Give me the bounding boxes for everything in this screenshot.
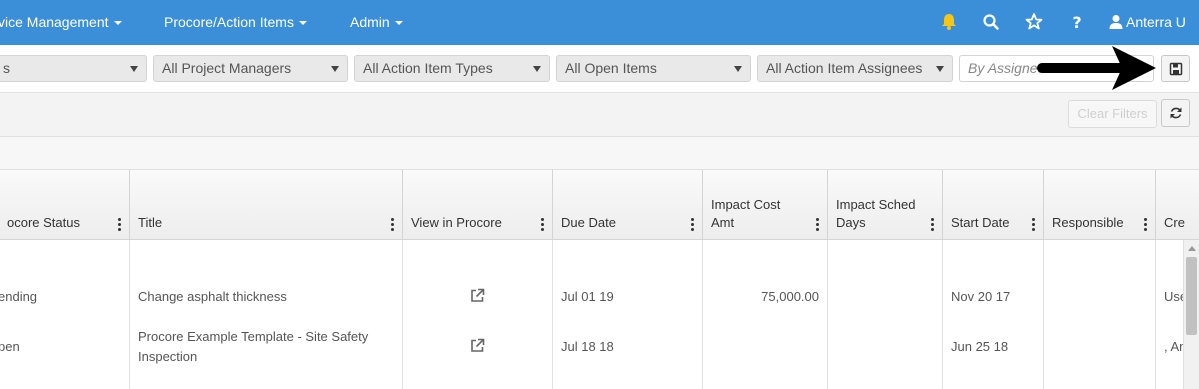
filter-value: By Assignee (968, 60, 1046, 76)
filter-bar: s All Project Managers All Action Item T… (0, 45, 1199, 93)
caret-down-icon (394, 21, 403, 26)
external-link-icon[interactable] (470, 338, 485, 359)
grid-header: ocore Status Title View in Procore Due D… (0, 170, 1199, 240)
nav-admin[interactable]: Admin (350, 0, 403, 45)
column-header-due-date[interactable]: Due Date (553, 170, 703, 240)
column-label: Title (138, 215, 163, 230)
column-label: ocore Status (7, 215, 80, 230)
column-label: Responsible (1052, 215, 1124, 230)
top-navbar: vice Management Procore/Action Items Adm… (0, 0, 1199, 45)
nav-label: Admin (350, 14, 390, 30)
table-row[interactable]: pen Procore Example Template - Site Safe… (0, 322, 1186, 389)
column-menu-icon[interactable] (391, 218, 394, 231)
column-label: Cre (1164, 215, 1185, 230)
scroll-up-arrow-icon[interactable] (1188, 246, 1196, 251)
column-header-view-in-procore[interactable]: View in Procore (403, 170, 553, 240)
caret-down-icon (298, 21, 307, 26)
grid-body: ending Change asphalt thickness Jul 01 1… (0, 240, 1187, 389)
action-item-types-filter[interactable]: All Action Item Types (354, 55, 550, 82)
procore-status-cell: pen (0, 339, 20, 354)
column-header-start-date[interactable]: Start Date (943, 170, 1044, 240)
column-label: Impact Cost Amt (711, 197, 781, 230)
filter-value: All Action Item Types (363, 60, 493, 76)
caret-down-icon (113, 21, 122, 26)
column-menu-icon[interactable] (1144, 218, 1147, 231)
external-link-icon[interactable] (470, 288, 485, 309)
table-row[interactable]: ending Change asphalt thickness Jul 01 1… (0, 272, 1187, 322)
column-label: Impact Sched Days (836, 197, 916, 230)
title-cell: Change asphalt thickness (138, 289, 287, 304)
column-label: View in Procore (411, 215, 502, 230)
dropdown-arrow-icon (734, 66, 742, 72)
action-item-assignees-filter[interactable]: All Action Item Assignees (757, 55, 953, 82)
dropdown-arrow-icon (936, 66, 944, 72)
nav-label: Procore/Action Items (164, 14, 294, 30)
nav-label: vice Management (0, 14, 109, 30)
secondary-toolbar: Clear Filters (0, 93, 1199, 137)
column-label: Start Date (951, 215, 1010, 230)
search-icon[interactable] (982, 12, 1002, 32)
column-menu-icon[interactable] (1032, 218, 1035, 231)
save-button[interactable] (1161, 55, 1190, 82)
impact-cost-cell: 75,000.00 (761, 289, 819, 304)
due-date-cell: Jul 18 18 (561, 339, 614, 354)
column-header-impact-sched-days[interactable]: Impact Sched Days (828, 170, 943, 240)
filter-value: s (3, 60, 10, 76)
star-icon[interactable] (1025, 12, 1045, 32)
filter-dropdown[interactable]: s (0, 55, 147, 82)
column-header-procore-status[interactable]: ocore Status (0, 170, 130, 240)
help-icon[interactable]: ? (1068, 12, 1088, 32)
procore-status-cell: ending (0, 289, 38, 304)
due-date-cell: Jul 01 19 (561, 289, 614, 304)
dropdown-arrow-icon (533, 66, 541, 72)
column-header-impact-cost-amt[interactable]: Impact Cost Amt (703, 170, 828, 240)
refresh-icon (1170, 107, 1182, 119)
column-header-responsible[interactable]: Responsible (1044, 170, 1156, 240)
arrow-annotation-icon (1037, 46, 1156, 90)
floppy-disk-icon (1169, 62, 1183, 76)
svg-text:?: ? (1072, 13, 1081, 32)
grouping-band (0, 137, 1199, 170)
column-label: Due Date (561, 215, 616, 230)
column-menu-icon[interactable] (816, 218, 819, 231)
dropdown-arrow-icon (130, 66, 138, 72)
bell-icon[interactable] (940, 12, 960, 32)
nav-service-management[interactable]: vice Management (0, 0, 122, 45)
column-header-title[interactable]: Title (130, 170, 403, 240)
start-date-cell: Jun 25 18 (951, 339, 1009, 354)
filter-value: All Action Item Assignees (766, 60, 923, 76)
vertical-scrollbar[interactable] (1183, 240, 1199, 389)
filter-value: All Project Managers (162, 60, 292, 76)
user-name[interactable]: Anterra U (1126, 0, 1186, 45)
column-menu-icon[interactable] (931, 218, 934, 231)
user-icon[interactable] (1108, 12, 1128, 32)
open-items-filter[interactable]: All Open Items (556, 55, 751, 82)
clear-filters-button[interactable]: Clear Filters (1068, 100, 1157, 128)
start-date-cell: Nov 20 17 (951, 289, 1011, 304)
filter-value: All Open Items (565, 60, 657, 76)
column-menu-icon[interactable] (118, 218, 121, 231)
column-header-created[interactable]: Cre (1156, 170, 1199, 240)
column-menu-icon[interactable] (691, 218, 694, 231)
nav-procore-action-items[interactable]: Procore/Action Items (164, 0, 307, 45)
refresh-button[interactable] (1161, 99, 1190, 127)
scrollbar-thumb[interactable] (1186, 257, 1197, 335)
title-cell: Procore Example Template - Site Safety I… (138, 329, 369, 364)
project-managers-filter[interactable]: All Project Managers (153, 55, 348, 82)
dropdown-arrow-icon (331, 66, 339, 72)
column-menu-icon[interactable] (541, 218, 544, 231)
